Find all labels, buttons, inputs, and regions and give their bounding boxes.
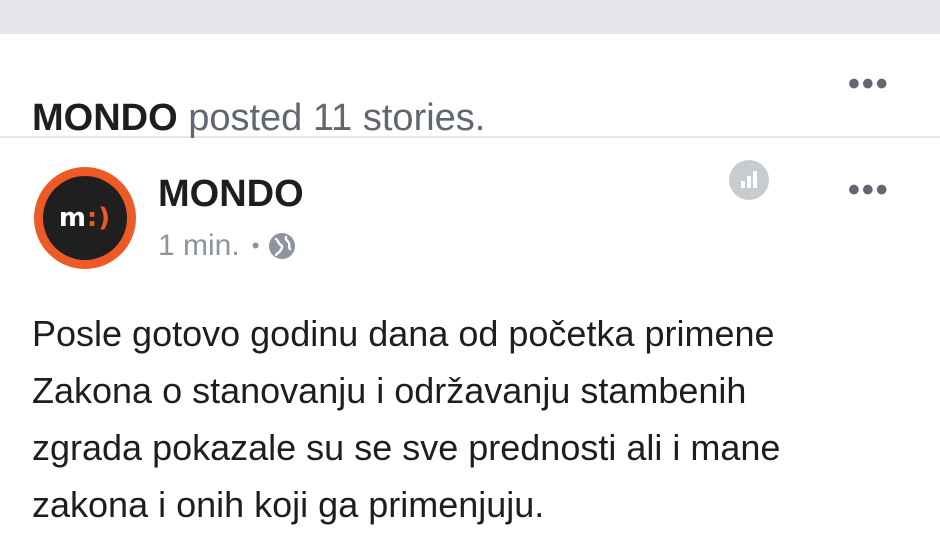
bar-chart-glyph <box>741 171 757 188</box>
globe-icon[interactable] <box>267 231 297 261</box>
avatar[interactable]: m:) <box>34 167 136 269</box>
post-text: Posle gotovo godinu dana od početka prim… <box>32 305 922 533</box>
story-more-options-icon[interactable]: ••• <box>848 67 890 101</box>
post-timestamp[interactable]: 1 min. <box>158 228 240 264</box>
avatar-logo: m:) <box>43 176 127 260</box>
meta-separator: • <box>251 233 260 258</box>
story-summary[interactable]: MONDO posted 11 stories. <box>32 96 485 140</box>
post-text-line: zakona i onih koji ga primenjuju. <box>32 484 545 525</box>
story-action: posted 11 stories. <box>188 97 486 139</box>
avatar-logo-text: m:) <box>58 203 112 233</box>
top-band <box>0 0 940 34</box>
page-name[interactable]: MONDO <box>158 172 304 216</box>
story-author[interactable]: MONDO <box>32 97 178 139</box>
bar-chart-icon[interactable] <box>729 160 769 200</box>
post-more-options-icon[interactable]: ••• <box>848 173 890 207</box>
post-text-line: Zakona o stanovanju i održavanju stamben… <box>32 370 747 411</box>
story-header: MONDO posted 11 stories. <box>0 34 940 140</box>
post-text-line: zgrada pokazale su se sve prednosti ali … <box>32 427 781 468</box>
post-text-line: Posle gotovo godinu dana od početka prim… <box>32 313 775 354</box>
post-meta: 1 min. • <box>158 228 297 264</box>
